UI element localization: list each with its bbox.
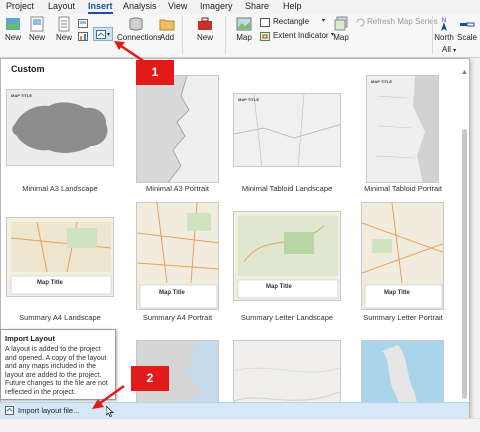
north-arrow-button[interactable]: N North [434,16,454,42]
all-label: All [442,45,451,54]
layout-thumbnail-summary-a4-portrait[interactable]: Map Title [136,202,219,310]
ribbon-separator [225,16,226,54]
callout-arrow-2 [92,384,125,409]
new-toolbox-button[interactable]: New [195,16,215,42]
add-button[interactable]: Add [157,16,177,42]
toolbox-icon [198,17,212,30]
tab-view[interactable]: View [168,1,187,11]
map-frame-icon [236,17,252,31]
extent-indicator-icon [260,32,270,41]
refresh-icon [356,18,365,27]
tab-layout[interactable]: Layout [48,1,75,11]
new-map-label: New [4,33,21,42]
import-layout-file-label: Import layout file... [18,406,80,415]
rectangle-icon [260,18,270,27]
tab-share[interactable]: Share [245,1,269,11]
layout-thumbnail-minimal-a3-portrait[interactable] [136,75,219,183]
ribbon-tab-bar: Project Layout Insert Analysis View Imag… [0,0,480,14]
north-arrow-label: North [434,33,454,42]
new-layout-button[interactable]: New [27,16,47,42]
map-frame-button[interactable]: Map [234,16,254,42]
map-series-button[interactable]: Map [330,16,352,42]
layout-caption: Summary A4 Portrait [142,313,213,322]
map-title-strip: Map Title [384,290,410,296]
layout-caption: Summary Letter Portrait [363,313,443,322]
chevron-down-icon: ▾ [453,48,457,54]
map-title-text: MAP TITLE [371,79,393,84]
map-title-text: MAP TITLE [11,93,33,98]
gallery-scrollbar-thumb[interactable] [462,129,467,399]
map-title-text: MAP TITLE [238,97,260,102]
layout-thumbnail-summary-a4-landscape[interactable]: Map Title [6,217,114,297]
new-report-label: New [55,33,72,42]
new-toolbox-label: New [196,33,213,42]
scale-bar-label: Scale [456,33,477,42]
rectangle-label: Rectangle [273,17,310,26]
layout-thumbnail-summary-letter-landscape[interactable]: Map Title [233,211,341,301]
map-series-icon [334,16,348,31]
import-file-icon [5,406,14,415]
gallery-section-heading: Custom [11,64,45,74]
lakefront-map-graphic [374,76,438,182]
extent-indicator-label: Extent Indicator [273,31,329,40]
small-chart-icon[interactable] [78,32,88,41]
report-icon [58,16,70,32]
ribbon-separator [182,16,183,54]
iceland-map-graphic [12,102,108,153]
coast-map-graphic [137,76,190,182]
city-map-graphic [234,94,340,166]
map-icon [6,18,20,30]
layout-caption: Minimal Tabloid Portrait [364,184,442,193]
new-layout-label: New [28,33,45,42]
map-title-strip: Map Title [159,290,185,296]
tab-analysis[interactable]: Analysis [123,1,157,11]
map-title-strip: Map Title [266,284,292,290]
tooltip-title: Import Layout [5,334,55,343]
north-arrow-icon: N [441,18,447,31]
ribbon: New New New ▾ Connections Add New Map Re… [0,14,480,58]
layout-caption: Summary A4 Landscape [19,313,101,322]
tab-help[interactable]: Help [283,1,302,11]
tab-insert[interactable]: Insert [88,1,113,14]
map-title-strip: Map Title [37,280,63,286]
callout-badge-1: 1 [136,60,174,85]
small-layout-icon[interactable] [78,19,88,28]
add-label: Add [159,33,175,42]
layout-thumbnail-minimal-tabloid-portrait[interactable]: MAP TITLE [366,75,439,183]
refresh-map-series-label: Refresh Map Series [367,17,438,26]
layout-thumbnail-minimal-tabloid-landscape[interactable]: MAP TITLE [233,93,341,167]
ribbon-separator [432,16,433,54]
layout-icon [30,16,44,32]
add-folder-icon [159,19,175,31]
layout-thumbnail-minimal-a3-landscape[interactable]: MAP TITLE [6,89,114,166]
all-dropdown[interactable]: All ▾ [442,45,456,54]
layout-caption: Summary Letter Landscape [240,313,334,322]
layout-caption: Minimal A3 Landscape [22,184,98,193]
layout-caption: Minimal Tabloid Landscape [241,184,333,193]
scale-bar-icon [460,22,475,27]
chevron-down-icon: ▾ [322,18,326,24]
layout-caption: Minimal A3 Portrait [146,184,209,193]
scroll-up-icon[interactable]: ▲ [461,69,468,76]
layout-thumbnail-summary-letter-portrait[interactable]: Map Title [361,202,444,310]
new-report-button[interactable]: New [54,16,74,42]
database-icon [129,17,143,31]
status-strip [0,418,480,432]
callout-badge-2: 2 [131,366,169,391]
map-frame-label: Map [236,33,252,42]
map-series-label: Map [333,33,349,42]
import-layout-icon [96,30,106,39]
new-map-button[interactable]: New [3,16,23,42]
application-background [470,58,480,432]
scale-bar-button[interactable]: Scale [456,16,478,42]
tab-project[interactable]: Project [6,1,34,11]
tab-imagery[interactable]: Imagery [200,1,233,11]
import-layout-file-menu-item[interactable]: Import layout file... [0,402,469,418]
